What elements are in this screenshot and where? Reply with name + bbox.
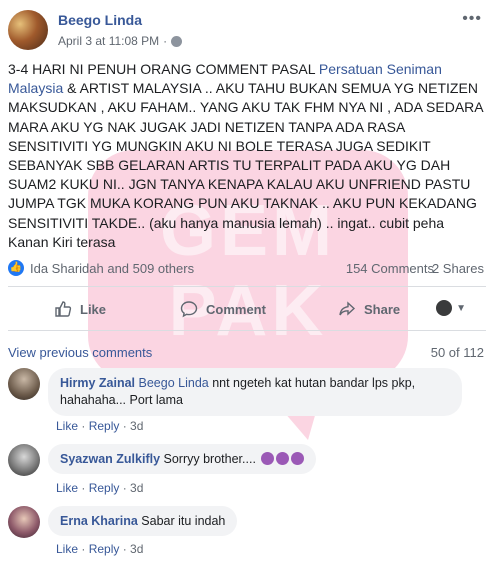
comment-like-link[interactable]: Like	[56, 542, 78, 556]
post-text: 3-4 HARI NI PENUH ORANG COMMENT PASAL Pe…	[8, 60, 488, 252]
sad-emoji-icon	[261, 452, 275, 465]
comment-time[interactable]: 3d	[130, 481, 143, 495]
thumbs-up-icon	[55, 301, 72, 317]
post-timestamp[interactable]: April 3 at 11:08 PM	[58, 34, 159, 48]
comment-reply-link[interactable]: Reply	[89, 419, 120, 433]
reactions-row: 👍 Ida Sharidah and 509 others 154 Commen…	[8, 259, 486, 279]
post-text-part-1: 3-4 HARI NI PENUH ORANG COMMENT PASAL	[8, 61, 319, 77]
comment-label: Comment	[206, 301, 266, 317]
commenter-avatar[interactable]	[8, 444, 40, 476]
audience-selector[interactable]: ▼	[436, 300, 466, 316]
commenter-name[interactable]: Erna Kharina	[60, 514, 138, 528]
share-arrow-icon	[339, 301, 356, 316]
post-text-part-2: & ARTIST MALAYSIA .. AKU TAHU BUKAN SEMU…	[8, 80, 483, 250]
more-horizontal-icon[interactable]: •••	[462, 10, 482, 28]
divider-top	[8, 286, 486, 287]
sad-emoji-icon	[291, 452, 305, 465]
commenter-name[interactable]: Hirmy Zainal	[60, 376, 135, 390]
comment-bubble: Erna Kharina Sabar itu indah	[48, 506, 238, 536]
comments-page-count: 50 of 112	[430, 345, 484, 360]
comment-mention[interactable]: Beego Linda	[139, 376, 209, 390]
audience-avatar	[436, 300, 453, 316]
post-header: Beego Linda April 3 at 11:08 PM · •••	[8, 8, 486, 54]
comment-bubble-icon	[180, 301, 198, 318]
comment-time[interactable]: 3d	[130, 542, 143, 556]
comment-like-link[interactable]: Like	[56, 419, 78, 433]
like-button[interactable]: Like	[54, 300, 106, 318]
chevron-down-icon: ▼	[456, 302, 466, 314]
sad-emoji-icon	[276, 452, 290, 465]
share-label: Share	[364, 301, 401, 317]
comment-reply-link[interactable]: Reply	[89, 542, 120, 556]
comment-actions: Like · Reply · 3d	[56, 481, 144, 495]
comment-bubble: Syazwan Zulkifly Sorryy brother....	[48, 444, 317, 474]
like-reaction-icon: 👍	[8, 260, 24, 276]
author-avatar[interactable]	[8, 10, 48, 50]
comment-button[interactable]: Comment	[180, 300, 266, 318]
like-label: Like	[80, 301, 107, 317]
comment-actions: Like · Reply · 3d	[56, 419, 144, 433]
comment-count[interactable]: 154 Comments	[346, 261, 434, 276]
comment-reply-link[interactable]: Reply	[89, 481, 120, 495]
view-previous-comments[interactable]: View previous comments	[8, 345, 152, 360]
commenter-avatar[interactable]	[8, 506, 40, 538]
share-button[interactable]: Share	[338, 300, 400, 318]
commenter-avatar[interactable]	[8, 368, 40, 400]
author-name[interactable]: Beego Linda	[58, 12, 142, 28]
comment-text: Sabar itu indah	[141, 514, 226, 528]
action-bar: Like Comment Share ▼	[8, 292, 486, 326]
comment-text: Sorryy brother....	[163, 452, 256, 466]
post-meta: April 3 at 11:08 PM ·	[58, 34, 183, 48]
divider-bottom	[8, 330, 486, 331]
globe-icon	[171, 35, 183, 47]
comment-bubble: Hirmy Zainal Beego Linda nnt ngeteh kat …	[48, 368, 462, 416]
meta-separator: ·	[163, 34, 168, 48]
commenter-name[interactable]: Syazwan Zulkifly	[60, 452, 160, 466]
comment-like-link[interactable]: Like	[56, 481, 78, 495]
reactors-summary[interactable]: Ida Sharidah and 509 others	[30, 261, 194, 276]
comment-time[interactable]: 3d	[130, 419, 143, 433]
comment-actions: Like · Reply · 3d	[56, 542, 144, 556]
share-count[interactable]: 2 Shares	[432, 261, 484, 276]
